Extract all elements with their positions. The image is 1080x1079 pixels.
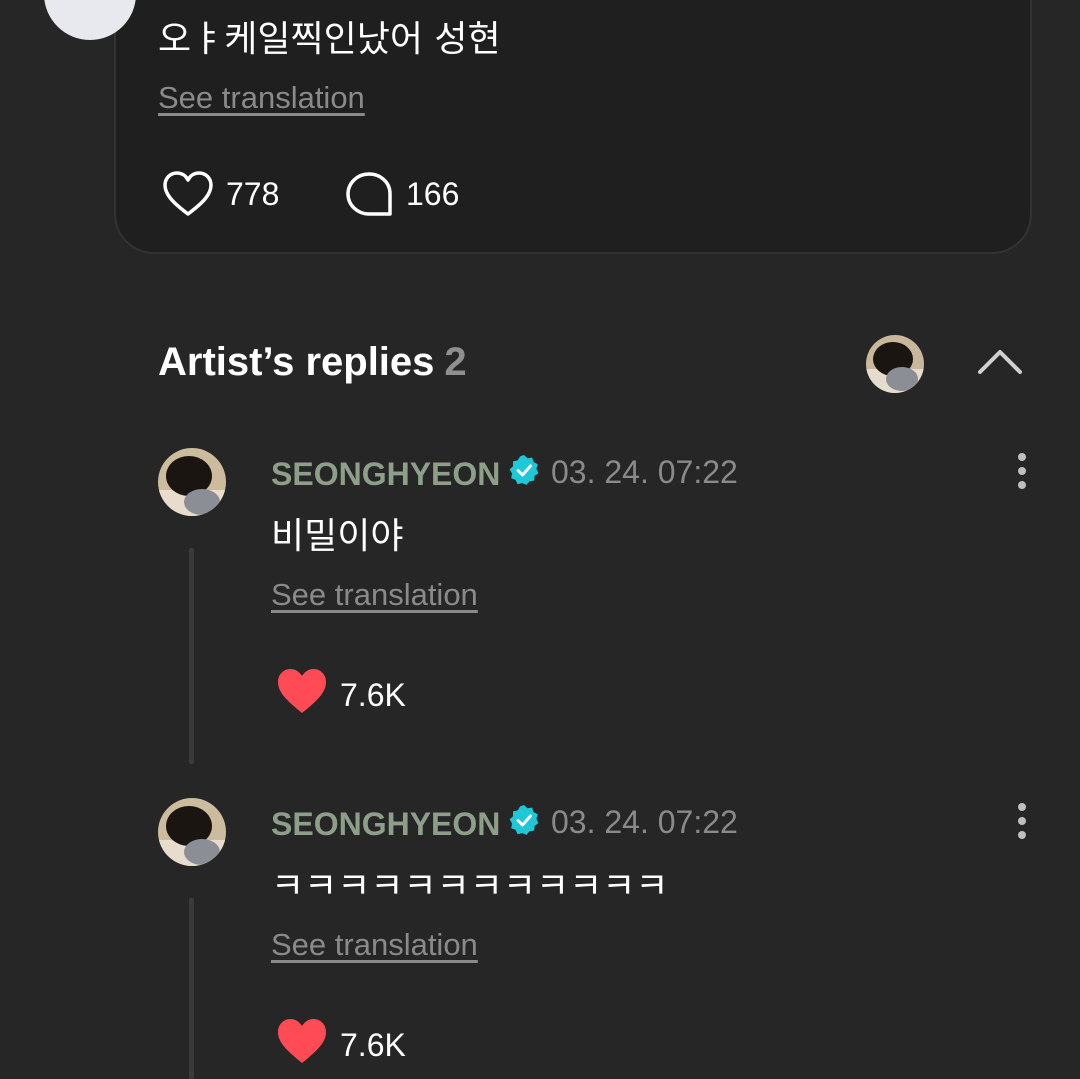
reply-like-count: 7.6K bbox=[340, 1026, 406, 1063]
speech-bubble-icon bbox=[344, 170, 394, 218]
reply-like-button[interactable]: 7.6K bbox=[276, 667, 406, 723]
reply-timestamp: 03. 24. 07:22 bbox=[551, 804, 738, 840]
more-vertical-icon bbox=[1006, 803, 1038, 845]
reply-more-button[interactable] bbox=[1006, 801, 1038, 841]
post-text: 오ㅑ케일찍인났어 성현 bbox=[158, 19, 501, 60]
reply-see-translation-link[interactable]: See translation bbox=[271, 577, 478, 613]
reply-see-translation-link[interactable]: See translation bbox=[271, 927, 478, 963]
reply-author-name: SEONGHYEON bbox=[271, 805, 501, 842]
reply-author-name: SEONGHYEON bbox=[271, 455, 501, 492]
post-like-count: 778 bbox=[226, 175, 280, 212]
artist-replies-title: Artist’s replies bbox=[158, 340, 435, 384]
verified-badge-icon bbox=[508, 804, 540, 844]
reply-more-button[interactable] bbox=[1006, 451, 1038, 491]
artist-avatar-small[interactable] bbox=[866, 335, 924, 393]
post-see-translation-link[interactable]: See translation bbox=[158, 80, 365, 116]
thread-line bbox=[189, 548, 194, 764]
reply-author[interactable]: SEONGHYEON bbox=[271, 804, 540, 844]
heart-filled-icon bbox=[276, 1017, 328, 1073]
reply-like-count: 7.6K bbox=[340, 676, 406, 713]
reply-author-avatar[interactable] bbox=[158, 448, 226, 516]
heart-outline-icon bbox=[162, 170, 214, 218]
more-vertical-icon bbox=[1006, 453, 1038, 495]
reply-text: ㅋㅋㅋㅋㅋㅋㅋㅋㅋㅋㅋㅋ bbox=[271, 866, 669, 907]
artist-replies-heading: Artist’s replies 2 bbox=[158, 340, 467, 385]
reply-timestamp: 03. 24. 07:22 bbox=[551, 454, 738, 490]
reply-like-button[interactable]: 7.6K bbox=[276, 1017, 406, 1073]
post-like-button[interactable]: 778 bbox=[162, 170, 279, 218]
reply-author-avatar[interactable] bbox=[158, 798, 226, 866]
thread-line bbox=[189, 898, 194, 1079]
chevron-up-icon bbox=[974, 350, 1026, 388]
artist-replies-count: 2 bbox=[444, 340, 467, 384]
post-comment-button[interactable]: 166 bbox=[344, 170, 459, 218]
reply-author[interactable]: SEONGHYEON bbox=[271, 454, 540, 494]
heart-filled-icon bbox=[276, 667, 328, 723]
verified-badge-icon bbox=[508, 454, 540, 494]
collapse-replies-button[interactable] bbox=[974, 340, 1026, 384]
reply-text: 비밀이야 bbox=[271, 516, 404, 557]
post-comment-count: 166 bbox=[406, 175, 460, 212]
comment-thread-page: 오ㅑ케일찍인났어 성현 See translation 778 166 Arti… bbox=[0, 0, 1080, 1079]
